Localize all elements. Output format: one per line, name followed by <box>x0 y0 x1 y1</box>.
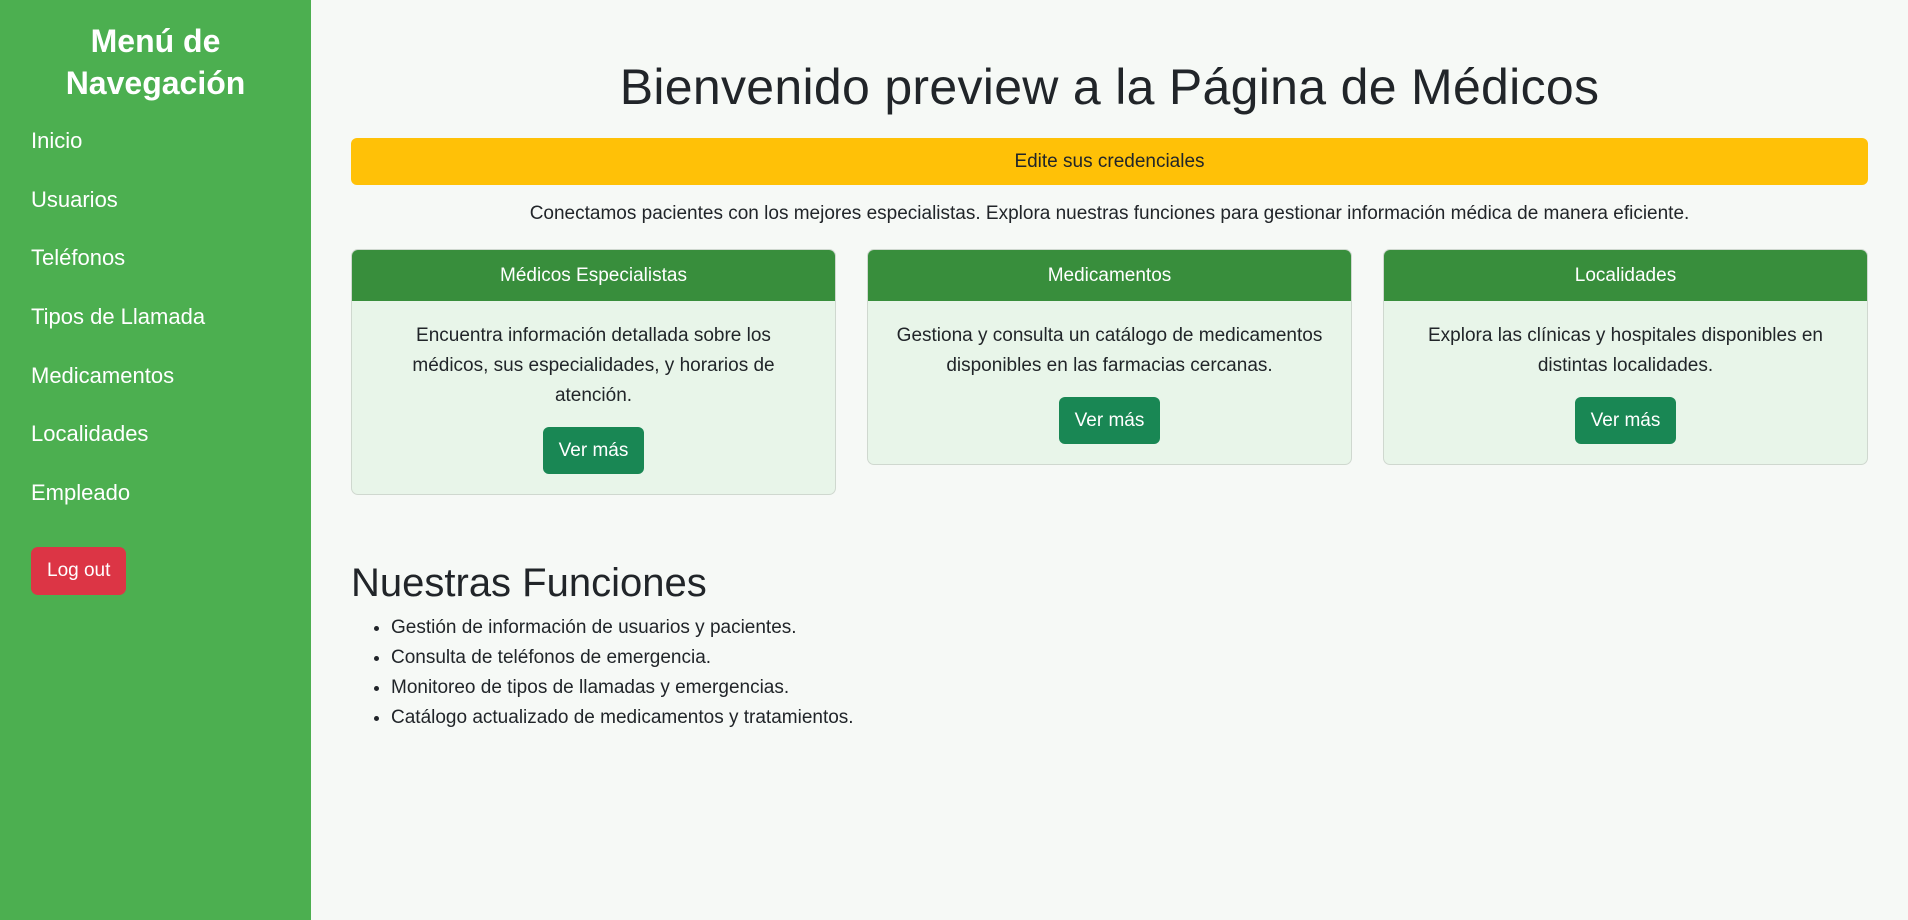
features-title: Nuestras Funciones <box>351 561 707 605</box>
card-body: Encuentra información detallada sobre lo… <box>352 301 835 494</box>
card-header: Médicos Especialistas <box>352 250 835 301</box>
card-medicos-especialistas: Médicos Especialistas Encuentra informac… <box>351 249 836 495</box>
cards-row: Médicos Especialistas Encuentra informac… <box>351 249 1868 495</box>
sidebar-item-tipos-de-llamada[interactable]: Tipos de Llamada <box>31 302 280 361</box>
sidebar-item-localidades[interactable]: Localidades <box>31 419 280 478</box>
ver-mas-button[interactable]: Ver más <box>542 427 645 474</box>
sidebar-item-telefonos[interactable]: Teléfonos <box>31 243 280 302</box>
app-layout: Menú de Navegación Inicio Usuarios Teléf… <box>0 0 1908 920</box>
card-medicamentos: Medicamentos Gestiona y consulta un catá… <box>867 249 1352 465</box>
sidebar-item-empleado[interactable]: Empleado <box>31 478 280 537</box>
feature-item: Gestión de información de usuarios y pac… <box>391 613 1868 643</box>
intro-text: Conectamos pacientes con los mejores esp… <box>529 203 1690 224</box>
card-text: Gestiona y consulta un catálogo de medic… <box>896 325 1323 376</box>
features-list: Gestión de información de usuarios y pac… <box>351 613 1868 733</box>
card-header: Medicamentos <box>868 250 1351 301</box>
credentials-alert: Edite sus credenciales <box>351 138 1868 185</box>
ver-mas-button[interactable]: Ver más <box>1574 397 1677 444</box>
ver-mas-button[interactable]: Ver más <box>1058 397 1161 444</box>
sidebar-title: Menú de Navegación <box>65 23 246 101</box>
sidebar-item-medicamentos[interactable]: Medicamentos <box>31 361 280 420</box>
sidebar-item-usuarios[interactable]: Usuarios <box>31 185 280 244</box>
feature-item: Monitoreo de tipos de llamadas y emergen… <box>391 673 1868 703</box>
sidebar: Menú de Navegación Inicio Usuarios Teléf… <box>0 0 311 920</box>
card-text: Encuentra información detallada sobre lo… <box>412 325 775 406</box>
page-title: Bienvenido preview a la Página de Médico… <box>619 59 1600 115</box>
feature-item: Consulta de teléfonos de emergencia. <box>391 643 1868 673</box>
card-header: Localidades <box>1384 250 1867 301</box>
card-body: Explora las clínicas y hospitales dispon… <box>1384 301 1867 464</box>
card-text: Explora las clínicas y hospitales dispon… <box>1428 325 1823 376</box>
logout-button[interactable]: Log out <box>31 546 127 595</box>
card-body: Gestiona y consulta un catálogo de medic… <box>868 301 1351 464</box>
main-content: Bienvenido preview a la Página de Médico… <box>311 0 1908 920</box>
card-localidades: Localidades Explora las clínicas y hospi… <box>1383 249 1868 465</box>
sidebar-item-inicio[interactable]: Inicio <box>31 126 280 185</box>
feature-item: Catálogo actualizado de medicamentos y t… <box>391 703 1868 733</box>
